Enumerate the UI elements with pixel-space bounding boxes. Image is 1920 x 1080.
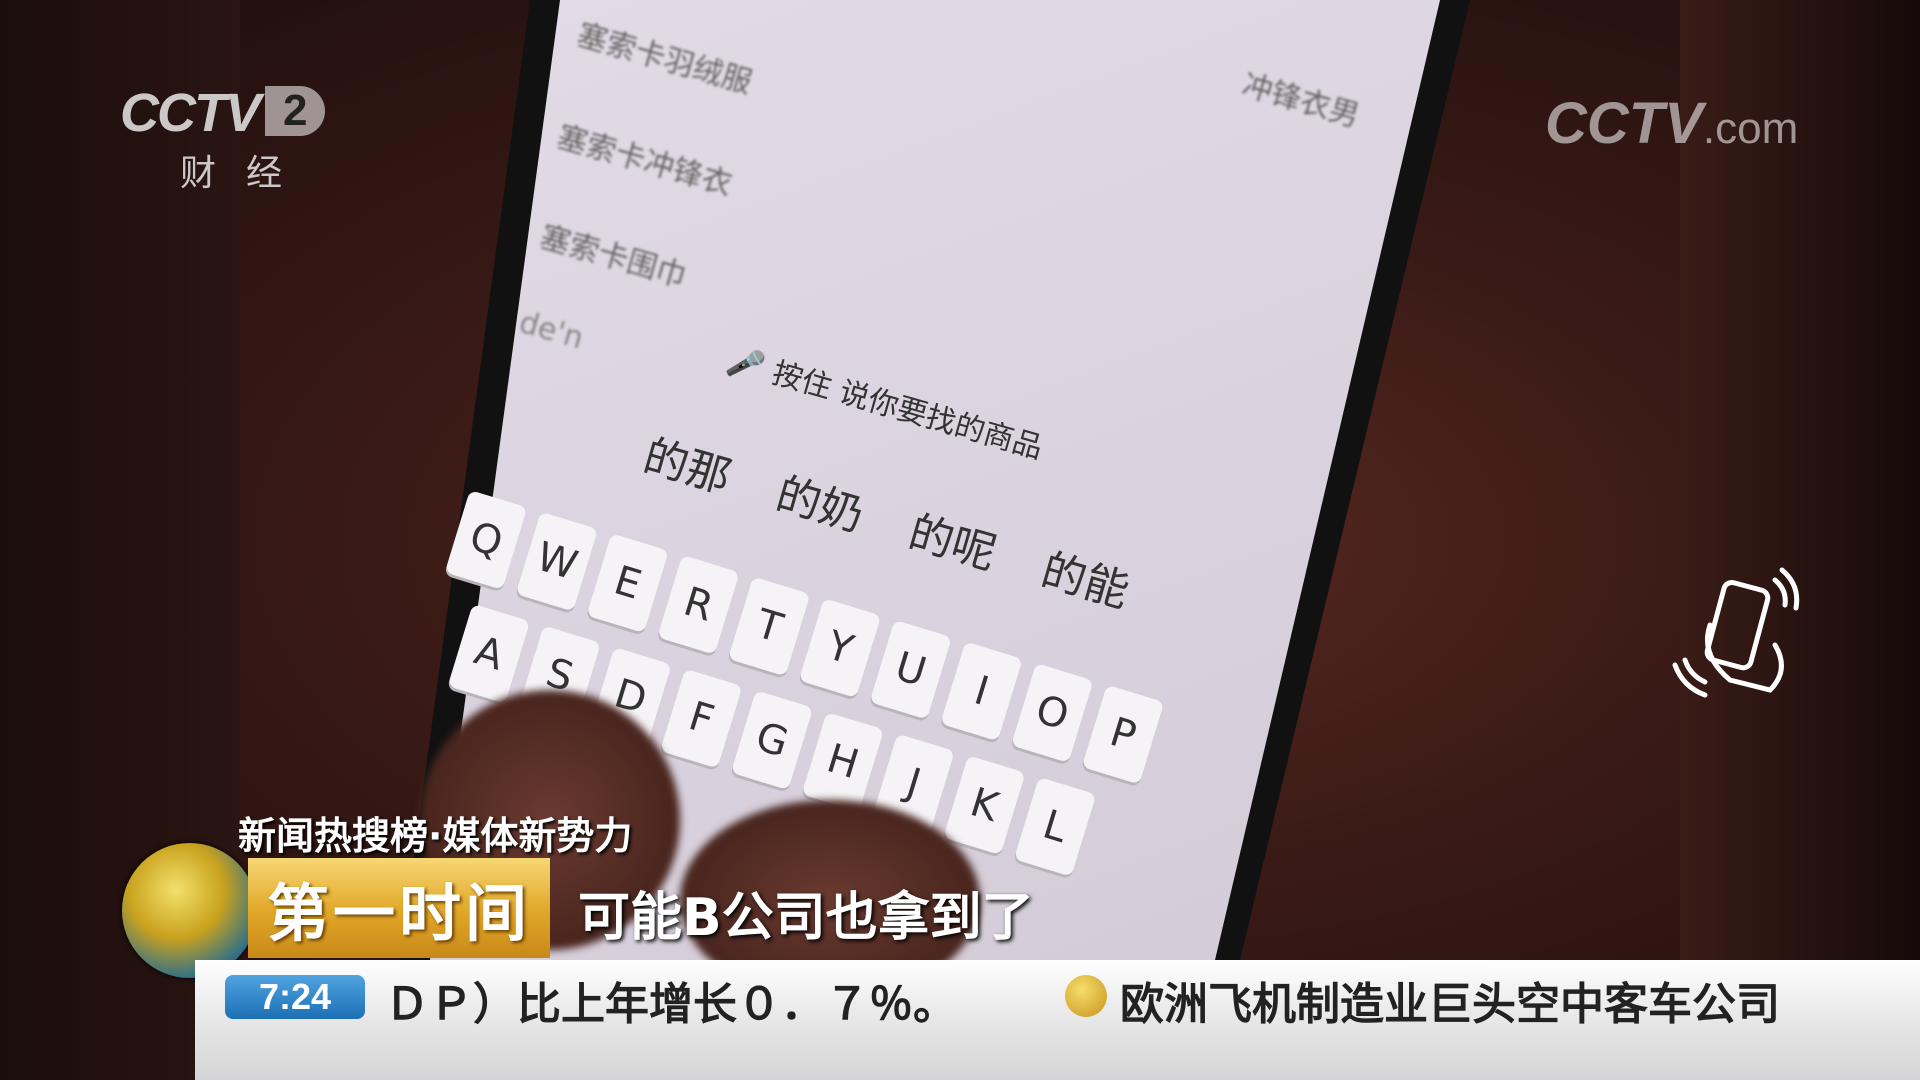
key[interactable]: U xyxy=(869,619,952,720)
key[interactable]: Y xyxy=(798,598,882,698)
key[interactable]: K xyxy=(943,755,1026,856)
cctv-logo-text: CCTV xyxy=(120,83,261,143)
ticker-item: ＤＰ）比上年增长０．７％。 xyxy=(385,979,957,1030)
key[interactable]: E xyxy=(586,533,669,634)
key[interactable]: F xyxy=(660,668,743,769)
ticker-separator-icon xyxy=(1065,975,1107,1017)
key[interactable]: T xyxy=(727,576,811,677)
clock: 7:24 xyxy=(225,975,365,1019)
channel-number: 2 xyxy=(265,86,326,136)
ticker-item: 欧洲飞机制造业巨头空中客车公司 xyxy=(1120,979,1780,1030)
program-name: 第一时间 xyxy=(248,858,550,958)
key[interactable]: L xyxy=(1013,776,1097,877)
right-pillarbox xyxy=(1680,0,1920,1080)
program-globe-logo xyxy=(122,843,257,978)
key[interactable]: W xyxy=(515,511,599,612)
key[interactable]: G xyxy=(730,690,814,791)
cctv2-logo: CCTV 2 财经 xyxy=(120,82,326,196)
key[interactable]: R xyxy=(657,554,740,655)
channel-name: 财经 xyxy=(180,153,313,194)
hand-phone-icon xyxy=(1672,567,1800,698)
subtitle: 可能B公司也拿到了 xyxy=(578,888,1034,948)
cctv-com-watermark: CCTV.com xyxy=(1545,91,1799,156)
segment-tag: 新闻热搜榜·媒体新势力 xyxy=(238,814,633,858)
key[interactable]: I xyxy=(940,641,1023,742)
key[interactable]: O xyxy=(1010,663,1094,763)
key[interactable]: H xyxy=(801,711,885,812)
key[interactable]: A xyxy=(447,603,531,704)
